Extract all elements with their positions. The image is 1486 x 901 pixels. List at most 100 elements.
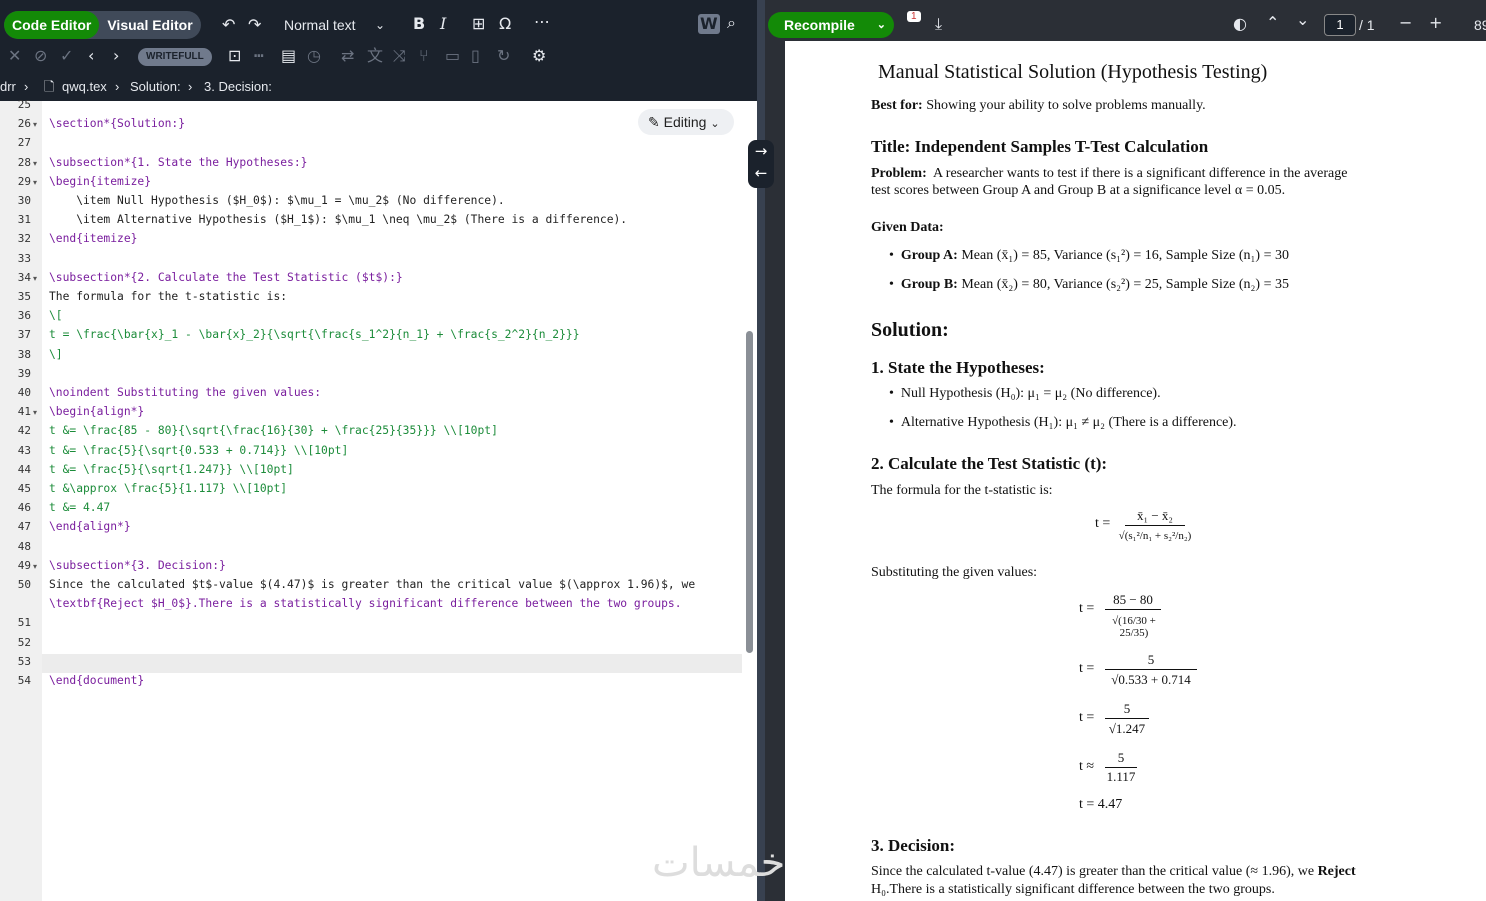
watermark: خمسات (652, 840, 786, 886)
file-icon[interactable]: ▯ (471, 48, 480, 64)
close-icon[interactable]: ✕ (8, 48, 21, 64)
code-line[interactable]: \[ (49, 309, 63, 322)
given-data-heading: Given Data: (871, 220, 944, 235)
code-line[interactable]: \item Null Hypothesis ($H_0$): $\mu_1 = … (49, 194, 504, 207)
step3-heading: 3. Decision: (871, 836, 956, 855)
line-number: 30 (17, 194, 31, 207)
search-icon[interactable]: ⌕ (727, 15, 736, 31)
table-icon[interactable]: ⊞ (472, 16, 485, 32)
arrow-right-icon[interactable]: → (748, 140, 774, 162)
line-number: 50 (17, 578, 31, 591)
gear-icon[interactable]: ⚙ (532, 48, 546, 64)
chevron-right-icon[interactable]: › (113, 48, 119, 64)
dots-icon[interactable]: ┅ (254, 48, 264, 64)
fold-icon[interactable]: ▾ (33, 178, 37, 187)
code-line[interactable]: \item Alternative Hypothesis ($H_1$): $\… (49, 213, 627, 226)
code-line[interactable]: \subsection*{2. Calculate the Test Stati… (49, 271, 403, 284)
contrast-icon[interactable]: ◐ (1233, 16, 1247, 32)
download-icon[interactable]: ⤓ (935, 16, 942, 32)
shuffle-icon[interactable]: ⤨ (393, 48, 406, 64)
breadcrumb-section[interactable]: Solution: (130, 73, 181, 101)
visual-editor-button[interactable]: Visual Editor (99, 11, 200, 39)
code-line[interactable]: \section*{Solution:} (49, 117, 185, 130)
code-line[interactable]: \] (49, 348, 63, 361)
fold-icon[interactable]: ▾ (33, 120, 37, 129)
breadcrumb-separator-icon: › (188, 79, 193, 94)
robot-icon[interactable]: ⊡ (228, 48, 241, 64)
fraction-line (1105, 718, 1149, 719)
fraction-line (1105, 767, 1137, 768)
fold-icon[interactable]: ▾ (33, 274, 37, 283)
recompile-button[interactable]: Recompile ⌄ (768, 12, 894, 38)
editor-mode-toggle[interactable]: Code Editor Visual Editor (4, 11, 201, 39)
breadcrumb-subsection[interactable]: 3. Decision: (204, 73, 272, 101)
code-line[interactable]: \begin{itemize} (49, 175, 151, 188)
eq1-numerator: 85 − 80 (1113, 592, 1153, 607)
writefull-icon[interactable]: W (698, 14, 720, 34)
page-number-input[interactable]: 1 (1324, 14, 1356, 36)
code-editor[interactable]: 25 26 ▾ 27 28 ▾ 29 ▾ 30 31 32 33 34 ▾ 35 36 37 38 39 40 41 ▾ 4… (0, 98, 757, 901)
clipboard-icon[interactable]: ▭ (445, 48, 460, 64)
block-icon[interactable]: ⊘ (34, 48, 47, 64)
editor-scrollbar[interactable] (746, 331, 753, 653)
document-icon[interactable]: ▤ (281, 48, 296, 64)
code-line[interactable]: \subsection*{3. Decision:} (49, 559, 226, 572)
file-icon: 🗋 (44, 79, 55, 94)
code-line[interactable]: The formula for the t-statistic is: (49, 290, 287, 303)
code-line[interactable]: Since the calculated $t$-value $(4.47)$ … (49, 578, 695, 591)
italic-icon[interactable]: I (440, 16, 446, 32)
code-line[interactable]: t &= \frac{5}{\sqrt{1.247}} \\[10pt] (49, 463, 294, 476)
code-line[interactable]: \end{align*} (49, 520, 131, 533)
code-line[interactable]: t &= \frac{5}{\sqrt{0.533 + 0.714}} \\[1… (49, 444, 348, 457)
line-number: 42 (17, 424, 31, 437)
redo-icon[interactable]: ↷ (248, 17, 261, 33)
zoom-level[interactable]: 89 (1474, 17, 1486, 33)
check-icon[interactable]: ✓ (60, 48, 73, 64)
branch-icon[interactable]: ⑂ (419, 48, 429, 64)
text-style-select[interactable]: Normal text (284, 17, 356, 33)
writefull-badge[interactable]: WRITEFULL (138, 48, 212, 66)
bold-icon[interactable]: B (413, 16, 425, 32)
chevron-down-icon[interactable]: ⌄ (1296, 12, 1309, 28)
log-badge[interactable]: 1 (907, 11, 921, 22)
breadcrumb: drr › 🗋 qwq.tex › Solution: › 3. Decisio… (0, 73, 757, 101)
code-line[interactable]: \end{document} (49, 674, 144, 687)
zoom-out-icon[interactable]: − (1399, 15, 1412, 31)
problem-text-1: A researcher wants to test if there is a… (932, 166, 1348, 181)
breadcrumb-file[interactable]: qwq.tex (62, 73, 107, 101)
line-number: 40 (17, 386, 31, 399)
more-icon[interactable]: ⋯ (534, 14, 550, 30)
swap-pane-button[interactable]: → ← (748, 140, 774, 188)
fold-icon[interactable]: ▾ (33, 159, 37, 168)
code-editor-button[interactable]: Code Editor (4, 11, 100, 39)
breadcrumb-root[interactable]: drr (0, 73, 16, 101)
problem-label: Problem: (871, 166, 927, 181)
fold-icon[interactable]: ▾ (33, 562, 37, 571)
translate-icon[interactable]: 文 (367, 48, 383, 64)
code-line[interactable]: t &= \frac{85 - 80}{\sqrt{\frac{16}{30} … (49, 424, 498, 437)
chevron-left-icon[interactable]: ‹ (88, 48, 94, 64)
code-line[interactable]: t &\approx \frac{5}{1.117} \\[10pt] (49, 482, 287, 495)
line-number: 52 (17, 636, 31, 649)
code-line[interactable]: t &= 4.47 (49, 501, 110, 514)
code-line[interactable]: \end{itemize} (49, 232, 137, 245)
history-icon[interactable]: ◷ (307, 48, 321, 64)
zoom-in-icon[interactable]: + (1429, 15, 1442, 31)
fold-icon[interactable]: ▾ (33, 408, 37, 417)
omega-icon[interactable]: Ω (499, 16, 511, 32)
undo-icon[interactable]: ↶ (222, 17, 235, 33)
code-line[interactable]: \begin{align*} (49, 405, 144, 418)
paraphrase-icon[interactable]: ⇄ (341, 48, 354, 64)
editing-mode-button[interactable]: ✎ Editing ⌄ (638, 109, 734, 135)
pane-divider[interactable] (757, 0, 765, 901)
arrow-left-icon[interactable]: ← (748, 162, 774, 184)
chevron-up-icon[interactable]: ⌃ (1266, 15, 1279, 31)
code-line[interactable]: \noindent Substituting the given values: (49, 386, 321, 399)
code-line[interactable]: \subsection*{1. State the Hypotheses:} (49, 156, 307, 169)
refresh-icon[interactable]: ↻ (497, 48, 510, 64)
code-line[interactable]: t = \frac{\bar{x}_1 - \bar{x}_2}{\sqrt{\… (49, 328, 580, 341)
chevron-down-icon[interactable]: ⌄ (375, 17, 385, 33)
chevron-down-icon[interactable]: ⌄ (877, 12, 886, 38)
code-line[interactable]: \textbf{Reject $H_0$}.There is a statist… (49, 597, 682, 610)
problem-line-1: Problem: A researcher wants to test if t… (871, 166, 1347, 182)
